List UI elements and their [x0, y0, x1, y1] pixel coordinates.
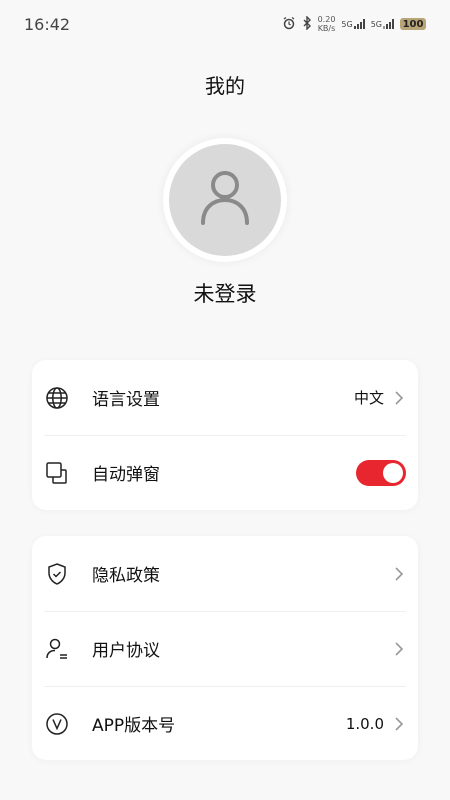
- info-card: 隐私政策 用户协议 APP版本号 1.0.0: [32, 536, 418, 760]
- alarm-icon: [282, 16, 296, 33]
- auto-popup-label: 自动弹窗: [92, 465, 160, 485]
- user-agreement-row[interactable]: 用户协议: [32, 611, 418, 686]
- net-speed-value: 0.20: [317, 15, 336, 24]
- settings-card: 语言设置 中文 自动弹窗: [32, 360, 418, 510]
- page-title: 我的: [205, 74, 245, 98]
- chevron-right-icon: [392, 566, 406, 581]
- avatar-placeholder[interactable]: [169, 144, 281, 256]
- globe-icon: [44, 385, 70, 411]
- window-icon: [44, 460, 70, 486]
- app-version-label: APP版本号: [92, 716, 176, 736]
- chevron-right-icon: [392, 641, 406, 656]
- status-icons: 0.20 KB/s 5G 5G 100: [282, 14, 426, 33]
- chevron-right-icon: [392, 716, 406, 731]
- status-bar: 16:42 0.20 KB/s 5G 5G 100: [0, 0, 450, 48]
- net-speed: 0.20 KB/s: [318, 15, 336, 33]
- net-type-2: 5G: [370, 20, 382, 29]
- privacy-policy-label: 隐私政策: [92, 566, 160, 586]
- signal-bars-icon: [353, 19, 365, 29]
- privacy-policy-row[interactable]: 隐私政策: [32, 536, 418, 611]
- status-time: 16:42: [24, 14, 71, 34]
- bluetooth-icon: [302, 14, 312, 33]
- signal-2: 5G: [371, 19, 394, 29]
- user-doc-icon: [44, 636, 70, 662]
- shield-check-icon: [44, 561, 70, 587]
- auto-popup-toggle[interactable]: [356, 459, 406, 486]
- toggle-knob: [383, 462, 403, 483]
- net-type-1: 5G: [341, 20, 353, 29]
- app-version-row[interactable]: APP版本号 1.0.0: [32, 686, 418, 761]
- chevron-right-icon: [392, 390, 406, 405]
- signal-1: 5G: [341, 19, 365, 29]
- net-speed-unit: KB/s: [317, 24, 336, 33]
- battery-icon: 100: [400, 18, 426, 30]
- language-setting-label: 语言设置: [92, 390, 160, 410]
- user-agreement-label: 用户协议: [92, 641, 160, 661]
- language-value: 中文: [353, 389, 384, 407]
- user-icon: [190, 163, 260, 237]
- login-status[interactable]: 未登录: [0, 278, 450, 308]
- auto-popup-row: 自动弹窗: [32, 435, 418, 510]
- signal-bars-icon: [383, 19, 394, 29]
- app-version-value: 1.0.0: [345, 714, 384, 733]
- version-v-icon: [44, 711, 70, 737]
- language-setting-row[interactable]: 语言设置 中文: [32, 360, 418, 435]
- avatar[interactable]: [163, 138, 287, 262]
